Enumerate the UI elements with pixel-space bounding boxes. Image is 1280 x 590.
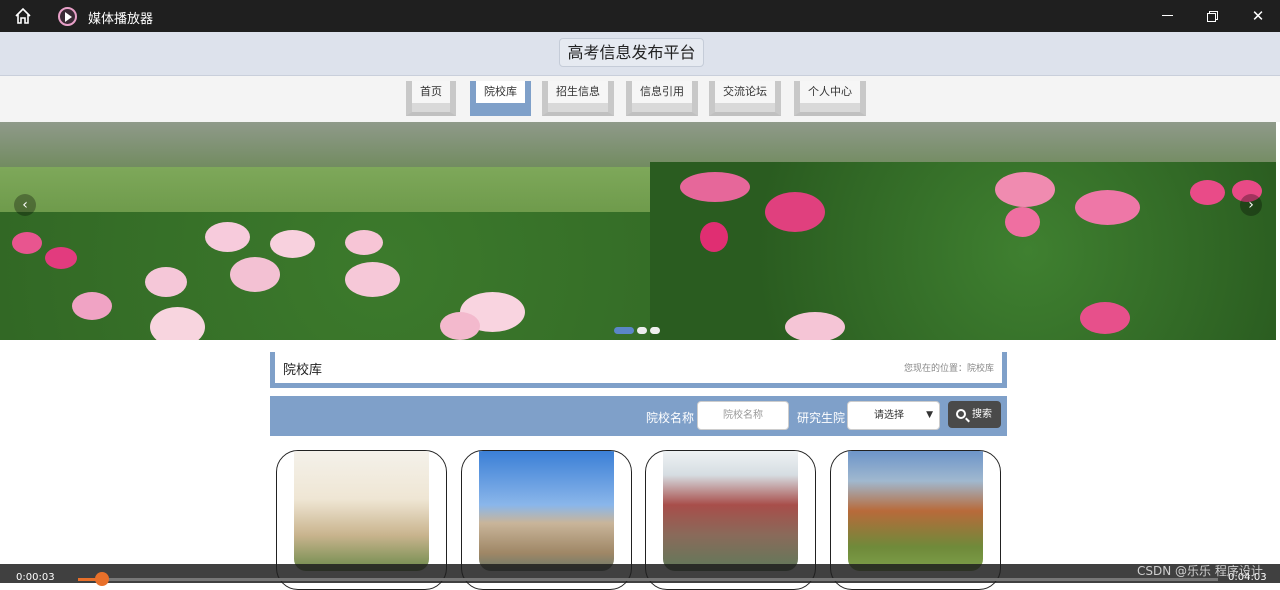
nav-college-library[interactable]: 院校库 — [470, 81, 531, 116]
media-player-controls: 0:00:03 0:04:03 — [0, 564, 1280, 586]
nav-admissions[interactable]: 招生信息 — [542, 81, 614, 116]
media-player-icon — [58, 7, 77, 26]
grad-school-label: 研究生院 — [797, 411, 846, 425]
minimize-button[interactable] — [1145, 0, 1191, 32]
main-nav: 首页 院校库 招生信息 信息引用 交流论坛 个人中心 — [0, 76, 1280, 122]
carousel-next-button[interactable]: › — [1240, 194, 1262, 216]
close-button[interactable]: ✕ — [1235, 0, 1280, 32]
nav-home[interactable]: 首页 — [406, 81, 456, 116]
nav-personal-center[interactable]: 个人中心 — [794, 81, 866, 116]
site-title: 高考信息发布平台 — [559, 38, 704, 67]
chevron-down-icon: ▼ — [926, 410, 933, 420]
home-icon[interactable] — [14, 7, 32, 25]
search-icon — [956, 409, 966, 419]
section-title: 院校库 — [283, 363, 323, 378]
grad-school-select[interactable]: 请选择 ▼ — [847, 401, 940, 430]
college-image — [294, 451, 429, 571]
college-name-input[interactable]: 院校名称 — [697, 401, 789, 430]
carousel-dot[interactable] — [637, 327, 647, 334]
breadcrumb: 院校库 您现在的位置：院校库 — [270, 352, 1007, 388]
watermark: CSDN @乐乐 程序设计 — [1137, 564, 1263, 578]
window-title: 媒体播放器 — [88, 12, 154, 27]
window-titlebar: 媒体播放器 ✕ — [0, 0, 1280, 32]
maximize-button[interactable] — [1190, 0, 1236, 32]
search-button[interactable]: 搜索 — [948, 401, 1001, 428]
carousel-dot[interactable] — [650, 327, 660, 334]
current-time: 0:00:03 — [16, 572, 55, 583]
college-image — [663, 451, 798, 571]
nav-forum[interactable]: 交流论坛 — [709, 81, 781, 116]
seek-handle[interactable] — [95, 572, 109, 586]
site-header: 高考信息发布平台 — [0, 32, 1280, 76]
web-page: 高考信息发布平台 首页 院校库 招生信息 信息引用 交流论坛 个人中心 ‹ › … — [0, 32, 1280, 590]
college-image — [848, 451, 983, 571]
carousel-dot[interactable] — [614, 327, 634, 334]
carousel-indicators — [614, 319, 663, 334]
carousel-prev-button[interactable]: ‹ — [14, 194, 36, 216]
seek-bar[interactable] — [78, 578, 1218, 581]
nav-info-reference[interactable]: 信息引用 — [626, 81, 698, 116]
banner-carousel[interactable]: ‹ › — [0, 122, 1276, 340]
college-name-label: 院校名称 — [646, 411, 695, 425]
search-bar: 院校名称 院校名称 研究生院 请选择 ▼ 搜索 — [270, 396, 1007, 436]
college-image — [479, 451, 614, 571]
current-location: 您现在的位置：院校库 — [903, 364, 994, 374]
